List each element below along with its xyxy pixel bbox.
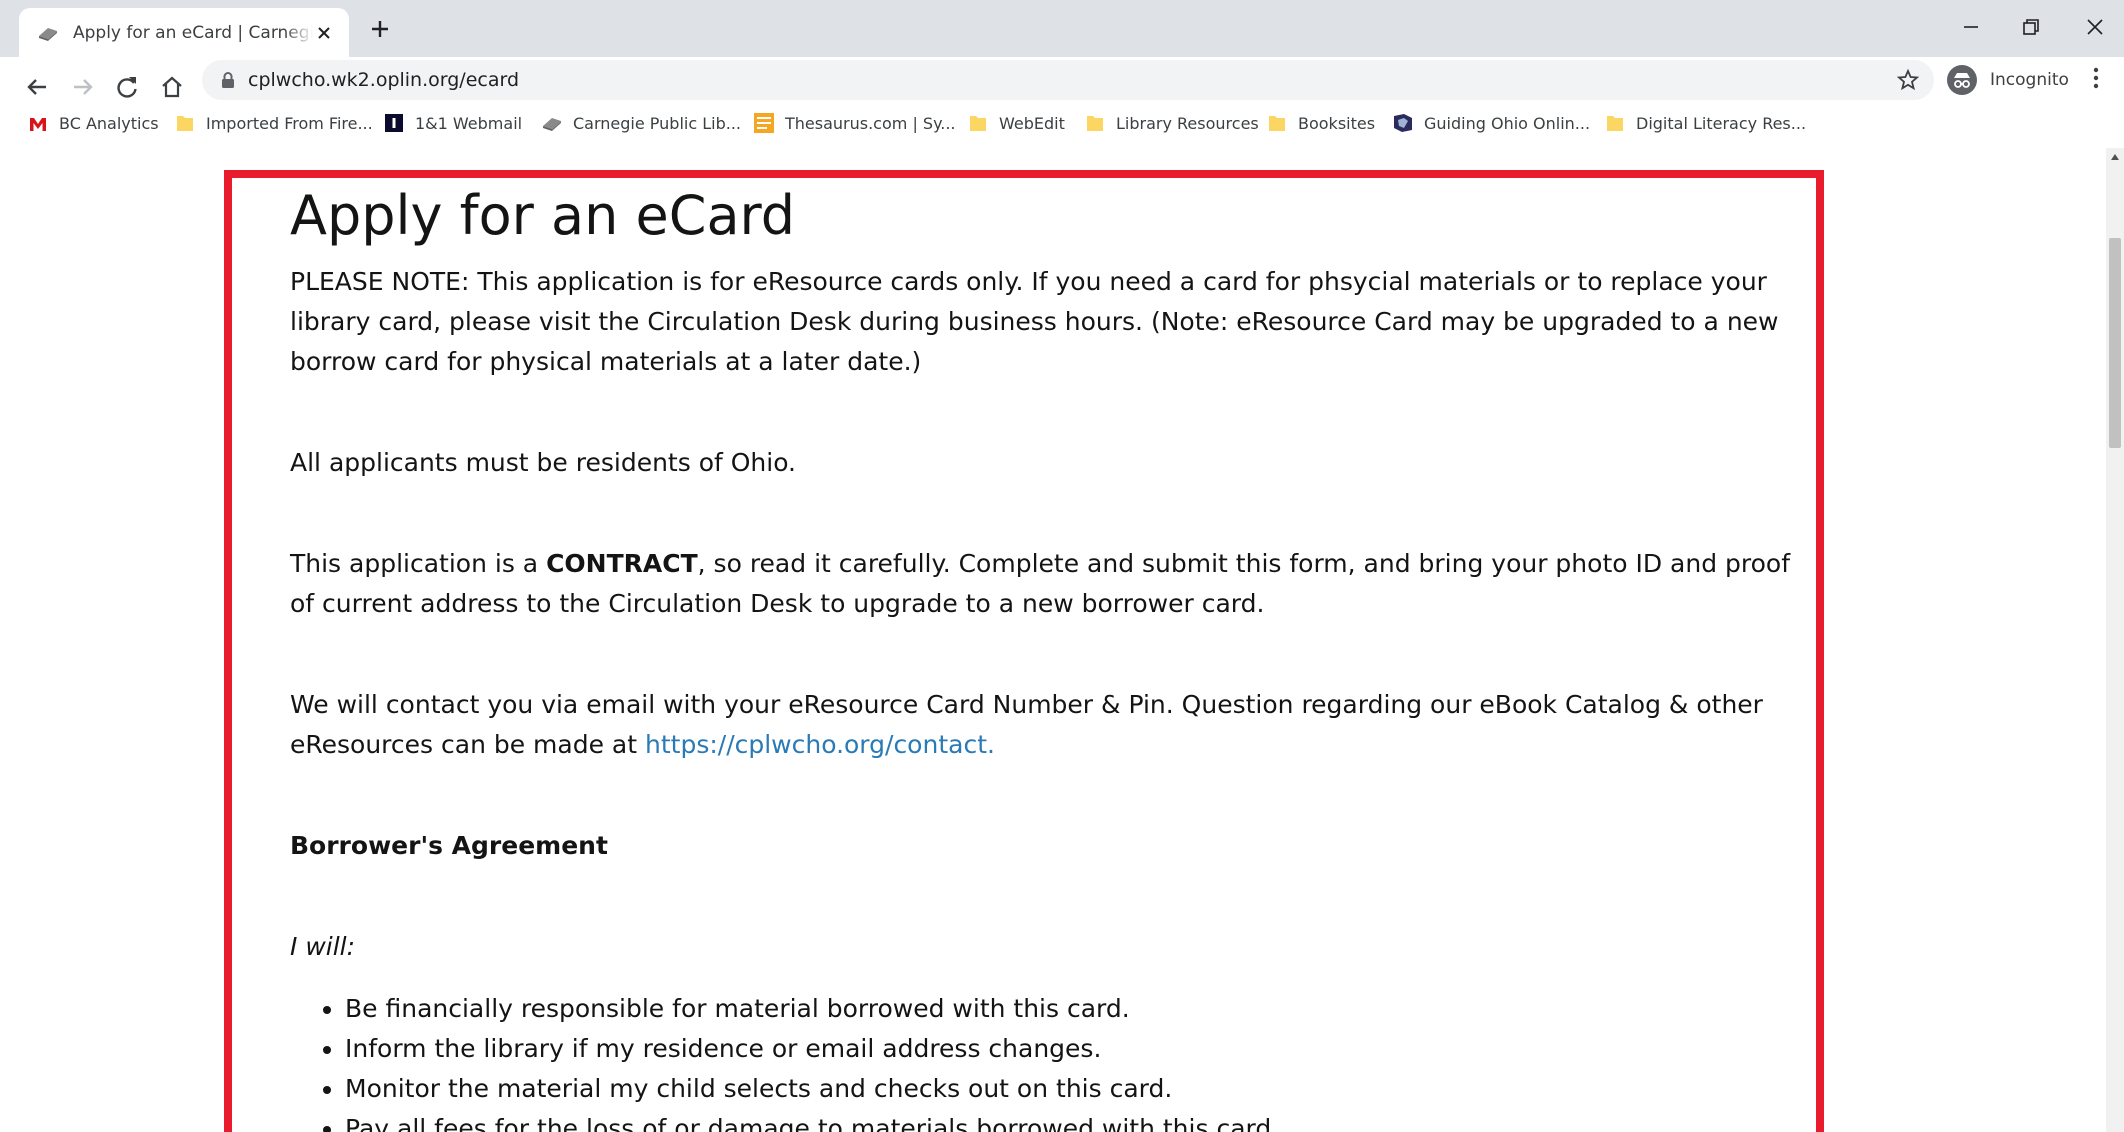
bookmark-library-resources[interactable]: Library Resources [1084, 109, 1259, 137]
url-text[interactable]: cplwcho.wk2.oplin.org/ecard [248, 60, 519, 100]
lock-icon[interactable] [218, 70, 238, 90]
borrowers-agreement-heading: Borrower's Agreement [290, 831, 608, 860]
bookmark-thesaurus[interactable]: Thesaurus.com | Sy... [753, 109, 956, 137]
scrollbar-thumb[interactable] [2109, 238, 2121, 448]
i-will-label: I will: [290, 932, 356, 961]
agreement-list: Be financially responsible for material … [290, 989, 1810, 1132]
folder-icon [970, 116, 986, 131]
guiding-ohio-icon [1394, 114, 1412, 132]
library-icon [39, 27, 57, 41]
contact-paragraph: We will contact you via email with your … [290, 690, 1763, 759]
list-item: Pay all fees for the loss of or damage t… [345, 1109, 1810, 1132]
more-menu-icon[interactable] [2084, 63, 2108, 93]
folder-icon [177, 116, 193, 131]
bc-analytics-icon [30, 118, 46, 131]
tab-strip: Apply for an eCard | Carnegie Public Lib… [0, 0, 2124, 57]
contract-paragraph: This application is a CONTRACT, so read … [290, 549, 1791, 618]
bookmark-webmail[interactable]: 1&1 Webmail [383, 109, 522, 137]
browser-tab-active[interactable]: Apply for an eCard | Carnegie Public Lib… [19, 8, 349, 57]
folder-icon [1269, 116, 1285, 131]
contact-link[interactable]: https://cplwcho.org/contact. [645, 730, 995, 759]
list-item: Monitor the material my child selects an… [345, 1069, 1810, 1109]
close-icon[interactable] [313, 22, 335, 44]
bookmark-star-icon[interactable] [1896, 68, 1920, 92]
folder-icon [1607, 116, 1623, 131]
incognito-label: Incognito [1990, 70, 2069, 90]
library-icon [543, 118, 561, 131]
list-item: Inform the library if my residence or em… [345, 1029, 1810, 1069]
page-title: Apply for an eCard [290, 184, 796, 247]
forward-arrow-icon[interactable] [68, 72, 98, 102]
ecard-article: Apply for an eCard PLEASE NOTE: This app… [290, 184, 1810, 1132]
page-viewport: Apply for an eCard PLEASE NOTE: This app… [0, 148, 2106, 1132]
incognito-icon [1947, 65, 1977, 95]
reload-icon[interactable] [112, 72, 142, 102]
bookmarks-bar: BC Analytics Imported From Fire... 1&1 W… [0, 105, 2124, 141]
folder-icon [1087, 116, 1103, 131]
bookmark-digital-literacy-resources[interactable]: Digital Literacy Res... [1604, 109, 1806, 137]
residents-paragraph: All applicants must be residents of Ohio… [290, 448, 797, 477]
bookmark-booksites[interactable]: Booksites [1266, 109, 1375, 137]
home-icon[interactable] [157, 72, 187, 102]
contract-emphasis: CONTRACT [546, 549, 698, 578]
back-arrow-icon[interactable] [22, 72, 52, 102]
bookmark-webedit[interactable]: WebEdit [967, 109, 1065, 137]
window-close-icon[interactable] [2080, 12, 2110, 42]
bookmark-carnegie-public-library[interactable]: Carnegie Public Lib... [541, 109, 741, 137]
address-bar[interactable]: cplwcho.wk2.oplin.org/ecard [202, 60, 1934, 100]
page-scrollbar[interactable] [2106, 148, 2124, 1132]
minimize-icon[interactable] [1956, 12, 1986, 42]
bookmark-imported-from-firefox[interactable]: Imported From Fire... [174, 109, 373, 137]
list-item: Be financially responsible for material … [345, 989, 1810, 1029]
incognito-profile-button[interactable]: Incognito [1946, 60, 2069, 100]
bookmark-bc-analytics[interactable]: BC Analytics [27, 109, 159, 137]
bookmark-guiding-ohio-online[interactable]: Guiding Ohio Onlin... [1392, 109, 1590, 137]
new-tab-icon[interactable] [367, 16, 393, 42]
webmail-icon [385, 114, 403, 132]
scroll-up-arrow-icon[interactable] [2111, 154, 2119, 160]
restore-icon[interactable] [2016, 12, 2046, 42]
tab-title: Apply for an eCard | Carnegie Public Lib… [73, 22, 313, 43]
please-note-paragraph: PLEASE NOTE: This application is for eRe… [290, 267, 1779, 376]
thesaurus-icon [754, 113, 774, 133]
